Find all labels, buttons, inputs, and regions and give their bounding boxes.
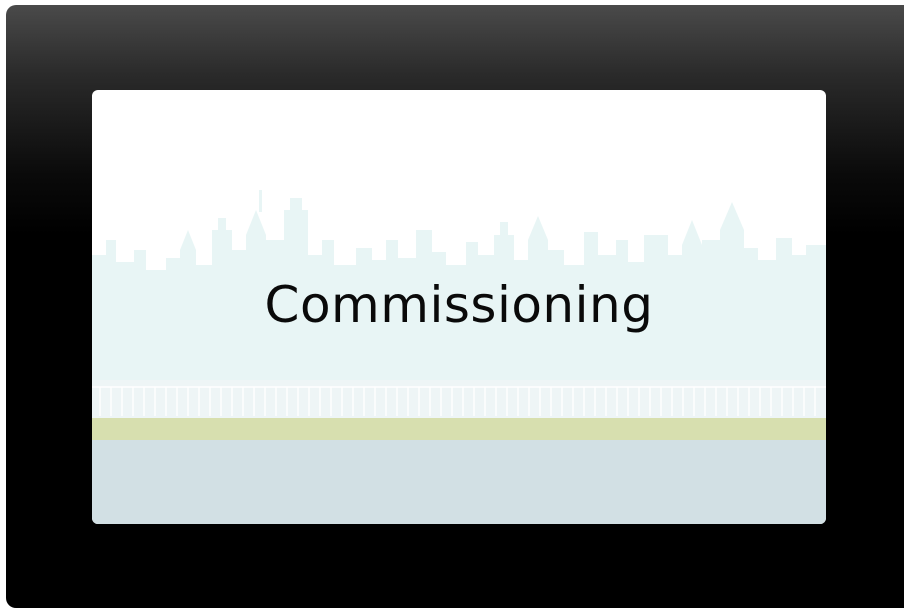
screen-title: Commissioning (264, 276, 654, 334)
hmi-screen: Commissioning (92, 90, 826, 524)
device-bezel: Commissioning (6, 5, 904, 608)
